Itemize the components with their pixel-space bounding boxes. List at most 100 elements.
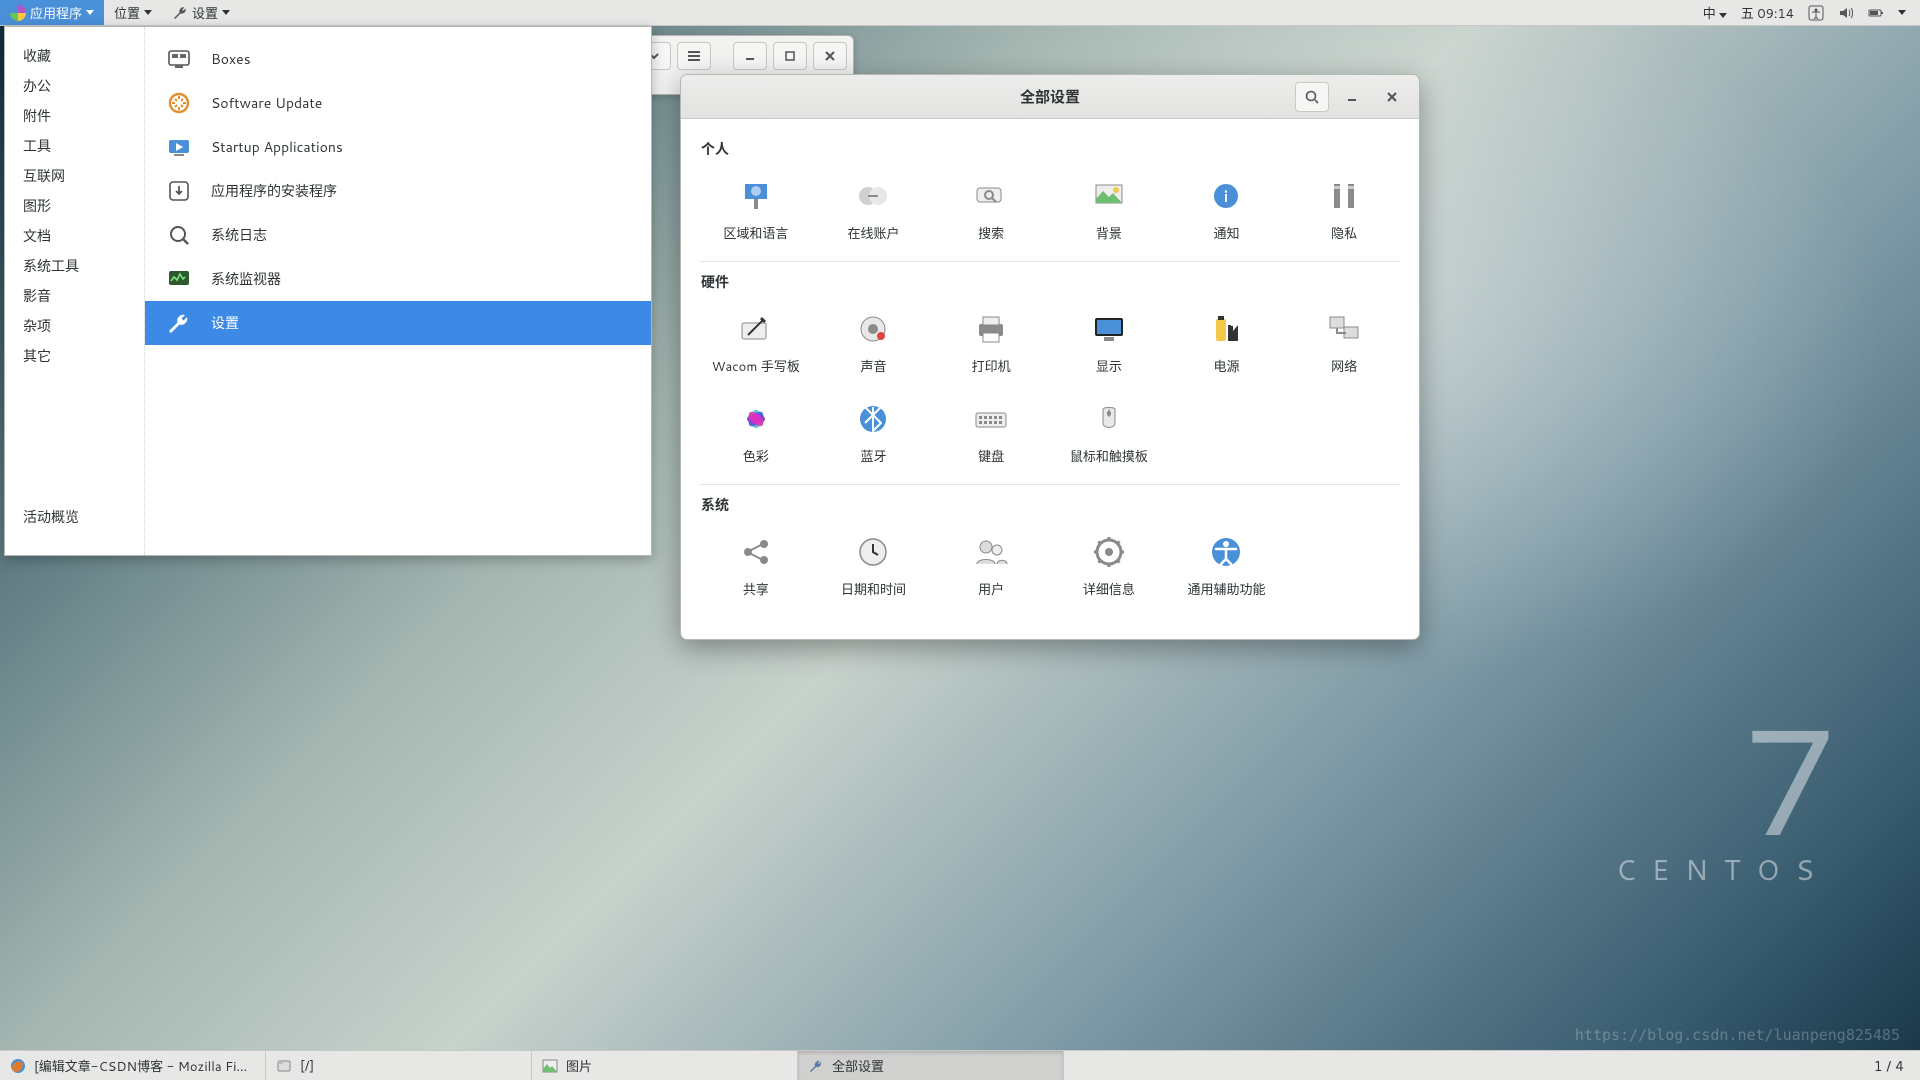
minimize-button[interactable] — [1335, 82, 1369, 112]
display-icon — [1088, 308, 1130, 350]
background-icon — [1088, 175, 1130, 217]
sharing-icon — [735, 531, 777, 573]
accessibility-icon[interactable] — [1808, 5, 1824, 21]
volume-icon[interactable] — [1838, 5, 1854, 21]
category-5[interactable]: 图形 — [5, 191, 144, 221]
app-item-installer[interactable]: 应用程序的安装程序 — [145, 169, 651, 213]
hamburger-button[interactable] — [677, 42, 711, 70]
category-1[interactable]: 办公 — [5, 71, 144, 101]
tile-printer[interactable]: 打印机 — [936, 304, 1046, 380]
tile-background[interactable]: 背景 — [1054, 171, 1164, 247]
menu-places[interactable]: 位置 — [104, 0, 162, 25]
tile-mouse[interactable]: 鼠标和触摸板 — [1054, 394, 1164, 470]
tile-network[interactable]: 网络 — [1289, 304, 1399, 380]
tile-region[interactable]: 区域和语言 — [701, 171, 811, 247]
section-title: 个人 — [701, 139, 1401, 159]
category-8[interactable]: 影音 — [5, 281, 144, 311]
category-4[interactable]: 互联网 — [5, 161, 144, 191]
task-item-0[interactable]: [编辑文章-CSDN博客 - Mozilla Fi… — [0, 1051, 266, 1080]
mouse-icon — [1088, 398, 1130, 440]
region-icon — [735, 175, 777, 217]
category-7[interactable]: 系统工具 — [5, 251, 144, 281]
files-icon — [276, 1058, 292, 1074]
tile-users[interactable]: 用户 — [936, 527, 1046, 603]
workspace-pager[interactable]: 1 / 4 — [1858, 1051, 1920, 1080]
startup-icon — [165, 133, 193, 161]
minimize-button[interactable] — [733, 42, 767, 70]
installer-icon — [165, 177, 193, 205]
app-item-monitor[interactable]: 系统监视器 — [145, 257, 651, 301]
tile-label: 打印机 — [972, 356, 1011, 376]
tile-accessibility[interactable]: 通用辅助功能 — [1172, 527, 1282, 603]
task-item-2[interactable]: 图片 — [532, 1051, 798, 1080]
app-item-label: Startup Applications — [211, 137, 343, 157]
clock[interactable]: 五 09:14 — [1741, 3, 1794, 23]
menu-settings-shortcut[interactable]: 设置 — [162, 0, 240, 25]
tile-label: 背景 — [1096, 223, 1122, 243]
tile-details[interactable]: 详细信息 — [1054, 527, 1164, 603]
task-label: [编辑文章-CSDN博客 - Mozilla Fi… — [34, 1056, 247, 1076]
app-item-boxes[interactable]: Boxes — [145, 37, 651, 81]
svg-text:i: i — [1224, 185, 1229, 208]
power-icon — [1205, 308, 1247, 350]
category-2[interactable]: 附件 — [5, 101, 144, 131]
tile-power[interactable]: 电源 — [1172, 304, 1282, 380]
image-icon — [542, 1058, 558, 1074]
menu-places-label: 位置 — [114, 3, 140, 23]
tile-online-accounts[interactable]: 在线账户 — [819, 171, 929, 247]
task-item-1[interactable]: [/] — [266, 1051, 532, 1080]
menu-applications[interactable]: 应用程序 — [0, 0, 104, 25]
chevron-down-icon — [86, 10, 94, 15]
chevron-down-icon — [144, 10, 152, 15]
app-item-update[interactable]: Software Update — [145, 81, 651, 125]
section-title: 硬件 — [701, 272, 1401, 292]
online-accounts-icon — [852, 175, 894, 217]
tile-sound[interactable]: 声音 — [819, 304, 929, 380]
category-0[interactable]: 收藏 — [5, 41, 144, 71]
tile-bluetooth[interactable]: 蓝牙 — [819, 394, 929, 470]
distro-logo-icon — [10, 5, 26, 21]
applications-menu: 收藏办公附件工具互联网图形文档系统工具影音杂项其它 活动概览 Boxes Soft… — [4, 26, 652, 556]
maximize-button[interactable] — [773, 42, 807, 70]
logs-icon — [165, 221, 193, 249]
battery-icon[interactable] — [1868, 5, 1884, 21]
app-item-settings[interactable]: 设置 — [145, 301, 651, 345]
settings-icon — [165, 309, 193, 337]
panel-left: 应用程序 位置 设置 — [0, 0, 240, 25]
tile-datetime[interactable]: 日期和时间 — [819, 527, 929, 603]
tile-wacom[interactable]: Wacom 手写板 — [701, 304, 811, 380]
category-10[interactable]: 其它 — [5, 341, 144, 371]
category-3[interactable]: 工具 — [5, 131, 144, 161]
tile-sharing[interactable]: 共享 — [701, 527, 811, 603]
task-item-3[interactable]: 全部设置 — [798, 1051, 1064, 1080]
section-title: 系统 — [701, 495, 1401, 515]
tile-label: 鼠标和触摸板 — [1070, 446, 1148, 466]
tile-search[interactable]: 搜索 — [936, 171, 1046, 247]
category-6[interactable]: 文档 — [5, 221, 144, 251]
tile-label: 搜索 — [978, 223, 1004, 243]
settings-titlebar[interactable]: 全部设置 — [681, 75, 1419, 119]
tile-label: 通知 — [1213, 223, 1239, 243]
category-9[interactable]: 杂项 — [5, 311, 144, 341]
users-icon — [970, 531, 1012, 573]
close-button[interactable] — [1375, 82, 1409, 112]
tile-display[interactable]: 显示 — [1054, 304, 1164, 380]
search-button[interactable] — [1295, 82, 1329, 112]
input-method-indicator[interactable]: 中 — [1703, 3, 1727, 23]
tile-color[interactable]: 色彩 — [701, 394, 811, 470]
color-icon — [735, 398, 777, 440]
tile-privacy[interactable]: 隐私 — [1289, 171, 1399, 247]
system-menu-caret[interactable] — [1898, 10, 1906, 15]
activities-overview[interactable]: 活动概览 — [5, 493, 144, 541]
boxes-icon — [165, 45, 193, 73]
os-name: CENTOS — [1616, 850, 1830, 890]
app-item-logs[interactable]: 系统日志 — [145, 213, 651, 257]
app-item-label: Software Update — [211, 93, 322, 113]
tile-label: 区域和语言 — [723, 223, 788, 243]
tile-keyboard[interactable]: 键盘 — [936, 394, 1046, 470]
tile-notifications[interactable]: i 通知 — [1172, 171, 1282, 247]
app-item-startup[interactable]: Startup Applications — [145, 125, 651, 169]
close-button[interactable] — [813, 42, 847, 70]
tile-label: 键盘 — [978, 446, 1004, 466]
chevron-down-icon — [1719, 13, 1727, 18]
